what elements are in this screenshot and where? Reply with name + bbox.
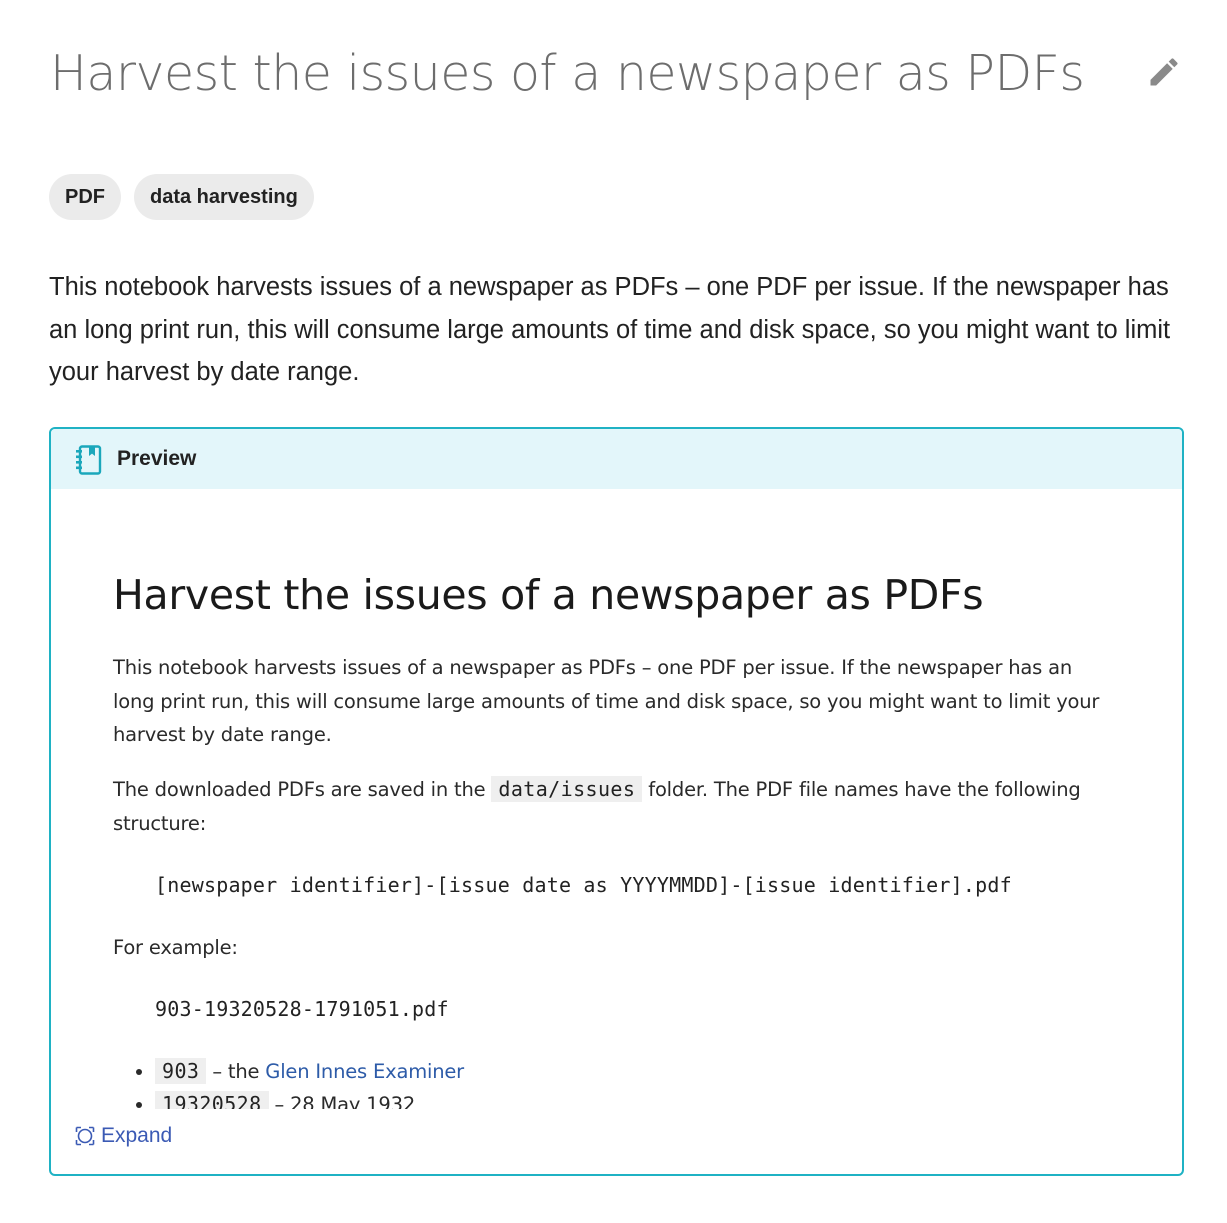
list-item-code: 19320528 bbox=[155, 1091, 269, 1109]
page-description: This notebook harvests issues of a newsp… bbox=[49, 273, 1171, 386]
list-item-code: 903 bbox=[155, 1058, 207, 1084]
expand-label: Expand bbox=[101, 1124, 173, 1147]
notebook-saved-paragraph: The downloaded PDFs are saved in the dat… bbox=[113, 773, 1113, 840]
example-label: For example: bbox=[113, 936, 238, 959]
preview-label: Preview bbox=[117, 447, 197, 470]
preview-panel: Preview Harvest the issues of a newspape… bbox=[49, 427, 1184, 1176]
saved-text-before: The downloaded PDFs are saved in the bbox=[113, 778, 492, 801]
example-filename-code: 903-19320528-1791051.pdf bbox=[155, 997, 449, 1021]
list-item: 19320528 – 28 May 1932 bbox=[155, 1088, 464, 1109]
notebook-intro: This notebook harvests issues of a newsp… bbox=[113, 656, 1100, 746]
tag-pdf[interactable]: PDF bbox=[49, 174, 121, 220]
list-item-text: – 28 May 1932 bbox=[268, 1093, 416, 1109]
edit-button[interactable] bbox=[1146, 54, 1182, 90]
expand-button[interactable]: Expand bbox=[75, 1122, 172, 1150]
newspaper-link[interactable]: Glen Innes Examiner bbox=[265, 1060, 464, 1083]
list-item: 903 – the Glen Innes Examiner bbox=[155, 1055, 464, 1088]
notebook-title: Harvest the issues of a newspaper as PDF… bbox=[113, 571, 984, 619]
filename-structure-code: [newspaper identifier]-[issue date as YY… bbox=[155, 873, 1012, 897]
list-item-text: – the bbox=[206, 1060, 266, 1083]
identifier-list: 903 – the Glen Innes Examiner 19320528 –… bbox=[113, 1055, 464, 1109]
expand-icon bbox=[75, 1126, 95, 1146]
preview-header: Preview bbox=[51, 429, 1182, 489]
notebook-icon bbox=[75, 445, 103, 480]
page-title: Harvest the issues of a newspaper as PDF… bbox=[50, 45, 1085, 102]
folder-code: data/issues bbox=[491, 776, 643, 802]
pencil-icon bbox=[1150, 58, 1178, 86]
tag-list: PDF data harvesting bbox=[49, 174, 314, 220]
notebook-preview-content[interactable]: Harvest the issues of a newspaper as PDF… bbox=[51, 491, 1182, 1109]
tag-data-harvesting[interactable]: data harvesting bbox=[134, 174, 314, 220]
